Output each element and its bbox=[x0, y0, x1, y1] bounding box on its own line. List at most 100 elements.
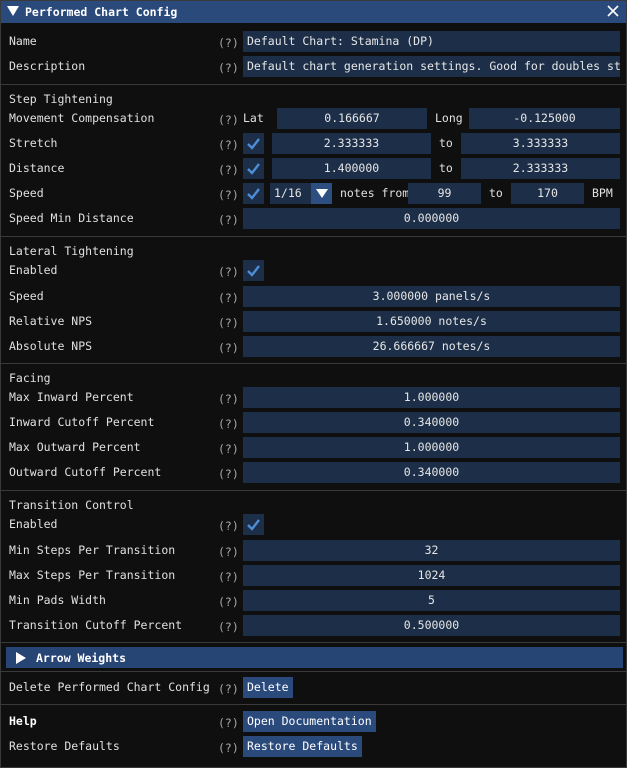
help-marker[interactable]: (?) bbox=[218, 570, 239, 584]
distance-min-input[interactable]: 1.400000 bbox=[272, 158, 431, 179]
expand-arrow-icon[interactable] bbox=[16, 652, 26, 664]
help-marker[interactable]: (?) bbox=[218, 682, 239, 696]
help-marker[interactable]: (?) bbox=[218, 467, 239, 481]
outward-cutoff-row: Outward Cutoff Percent (?) 0.340000 bbox=[1, 462, 626, 484]
speed-min-distance-input[interactable]: 0.000000 bbox=[243, 208, 620, 229]
name-input[interactable]: Default Chart: Stamina (DP) bbox=[243, 31, 620, 52]
help-marker[interactable]: (?) bbox=[218, 188, 239, 202]
description-row: Description (?) Default chart generation… bbox=[1, 56, 626, 78]
inward-cutoff-row: Inward Cutoff Percent (?) 0.340000 bbox=[1, 412, 626, 434]
max-outward-input[interactable]: 1.000000 bbox=[243, 437, 620, 458]
speed-min-distance-label: Speed Min Distance bbox=[9, 211, 134, 225]
help-marker[interactable]: (?) bbox=[218, 291, 239, 305]
separator bbox=[1, 704, 626, 705]
long-input[interactable]: -0.125000 bbox=[469, 108, 620, 129]
help-marker[interactable]: (?) bbox=[218, 138, 239, 152]
transition-cutoff-input[interactable]: 0.500000 bbox=[243, 615, 620, 636]
max-outward-row: Max Outward Percent (?) 1.000000 bbox=[1, 437, 626, 459]
max-inward-input[interactable]: 1.000000 bbox=[243, 387, 620, 408]
inward-cutoff-input[interactable]: 0.340000 bbox=[243, 412, 620, 433]
speed-subdivision-value: 1/16 bbox=[274, 186, 302, 200]
help-marker[interactable]: (?) bbox=[218, 265, 239, 279]
separator bbox=[1, 84, 626, 85]
relative-nps-input[interactable]: 1.650000 notes/s bbox=[243, 311, 620, 332]
restore-defaults-row: Restore Defaults (?) Restore Defaults bbox=[1, 736, 626, 758]
outward-cutoff-label: Outward Cutoff Percent bbox=[9, 465, 162, 479]
speed-min-input[interactable]: 99 bbox=[408, 183, 481, 204]
outward-cutoff-input[interactable]: 0.340000 bbox=[243, 462, 620, 483]
speed-max-input[interactable]: 170 bbox=[511, 183, 584, 204]
speed-min-distance-row: Speed Min Distance (?) 0.000000 bbox=[1, 208, 626, 230]
speed-subdivision-select[interactable]: 1/16 bbox=[270, 183, 332, 204]
description-label: Description bbox=[9, 59, 86, 73]
min-pads-width-row: Min Pads Width (?) 5 bbox=[1, 590, 626, 612]
close-icon[interactable] bbox=[606, 4, 620, 18]
help-marker[interactable]: (?) bbox=[218, 716, 239, 730]
distance-max-input[interactable]: 2.333333 bbox=[461, 158, 620, 179]
movement-compensation-label: Movement Compensation bbox=[9, 111, 155, 125]
title-bar[interactable]: Performed Chart Config bbox=[1, 1, 626, 23]
speed-checkbox[interactable] bbox=[243, 183, 264, 204]
help-marker[interactable]: (?) bbox=[218, 341, 239, 355]
speed-label: Speed bbox=[9, 186, 44, 200]
movement-compensation-row: Movement Compensation (?) Lat 0.166667 L… bbox=[1, 108, 626, 130]
speed-row: Speed (?) 1/16 notes from 99 to 170 BPM bbox=[1, 183, 626, 205]
stretch-min-input[interactable]: 2.333333 bbox=[272, 133, 431, 154]
delete-button[interactable]: Delete bbox=[243, 677, 293, 698]
max-steps-input[interactable]: 1024 bbox=[243, 565, 620, 586]
min-pads-width-label: Min Pads Width bbox=[9, 593, 106, 607]
relative-nps-row: Relative NPS (?) 1.650000 notes/s bbox=[1, 311, 626, 333]
help-marker[interactable]: (?) bbox=[218, 392, 239, 406]
section-lateral-tightening: Lateral Tightening bbox=[9, 244, 134, 258]
lat-label: Lat bbox=[243, 111, 264, 125]
help-marker[interactable]: (?) bbox=[218, 36, 239, 50]
lateral-speed-input[interactable]: 3.000000 panels/s bbox=[243, 286, 620, 307]
lateral-enabled-checkbox[interactable] bbox=[243, 260, 264, 281]
to-label: to bbox=[439, 136, 453, 150]
min-steps-row: Min Steps Per Transition (?) 32 bbox=[1, 540, 626, 562]
checkmark-icon bbox=[247, 519, 260, 531]
transition-cutoff-label: Transition Cutoff Percent bbox=[9, 618, 183, 632]
help-marker[interactable]: (?) bbox=[218, 595, 239, 609]
help-marker[interactable]: (?) bbox=[218, 61, 239, 75]
separator bbox=[1, 363, 626, 364]
help-marker[interactable]: (?) bbox=[218, 620, 239, 634]
transition-cutoff-row: Transition Cutoff Percent (?) 0.500000 bbox=[1, 615, 626, 637]
help-marker[interactable]: (?) bbox=[218, 417, 239, 431]
distance-checkbox[interactable] bbox=[243, 158, 264, 179]
collapse-triangle-icon[interactable] bbox=[7, 6, 19, 16]
section-step-tightening: Step Tightening bbox=[9, 92, 113, 106]
min-steps-label: Min Steps Per Transition bbox=[9, 543, 176, 557]
absolute-nps-label: Absolute NPS bbox=[9, 339, 93, 353]
min-steps-input[interactable]: 32 bbox=[243, 540, 620, 561]
help-marker[interactable]: (?) bbox=[218, 545, 239, 559]
restore-defaults-button[interactable]: Restore Defaults bbox=[243, 736, 362, 757]
delete-row: Delete Performed Chart Config (?) Delete bbox=[1, 677, 626, 699]
transition-enabled-label: Enabled bbox=[9, 517, 58, 531]
help-marker[interactable]: (?) bbox=[218, 519, 239, 533]
help-marker[interactable]: (?) bbox=[218, 316, 239, 330]
help-marker[interactable]: (?) bbox=[218, 442, 239, 456]
to-label: to bbox=[489, 186, 503, 200]
open-documentation-button[interactable]: Open Documentation bbox=[243, 711, 376, 732]
min-pads-width-input[interactable]: 5 bbox=[243, 590, 620, 611]
description-input[interactable]: Default chart generation settings. Good … bbox=[243, 56, 620, 77]
transition-enabled-checkbox[interactable] bbox=[243, 514, 264, 535]
help-marker[interactable]: (?) bbox=[218, 213, 239, 227]
lateral-enabled-row: Enabled (?) bbox=[1, 260, 626, 282]
stretch-checkbox[interactable] bbox=[243, 133, 264, 154]
arrow-weights-header[interactable]: Arrow Weights bbox=[6, 647, 623, 668]
separator bbox=[1, 642, 626, 643]
lateral-speed-row: Speed (?) 3.000000 panels/s bbox=[1, 286, 626, 308]
help-label: Help bbox=[9, 714, 37, 728]
help-marker[interactable]: (?) bbox=[218, 113, 239, 127]
checkmark-icon bbox=[247, 188, 260, 200]
help-marker[interactable]: (?) bbox=[218, 741, 239, 755]
lat-input[interactable]: 0.166667 bbox=[277, 108, 427, 129]
stretch-max-input[interactable]: 3.333333 bbox=[461, 133, 620, 154]
chevron-down-icon[interactable] bbox=[311, 183, 332, 204]
section-transition-control: Transition Control bbox=[9, 498, 134, 512]
stretch-row: Stretch (?) 2.333333 to 3.333333 bbox=[1, 133, 626, 155]
help-marker[interactable]: (?) bbox=[218, 163, 239, 177]
absolute-nps-input[interactable]: 26.666667 notes/s bbox=[243, 336, 620, 357]
